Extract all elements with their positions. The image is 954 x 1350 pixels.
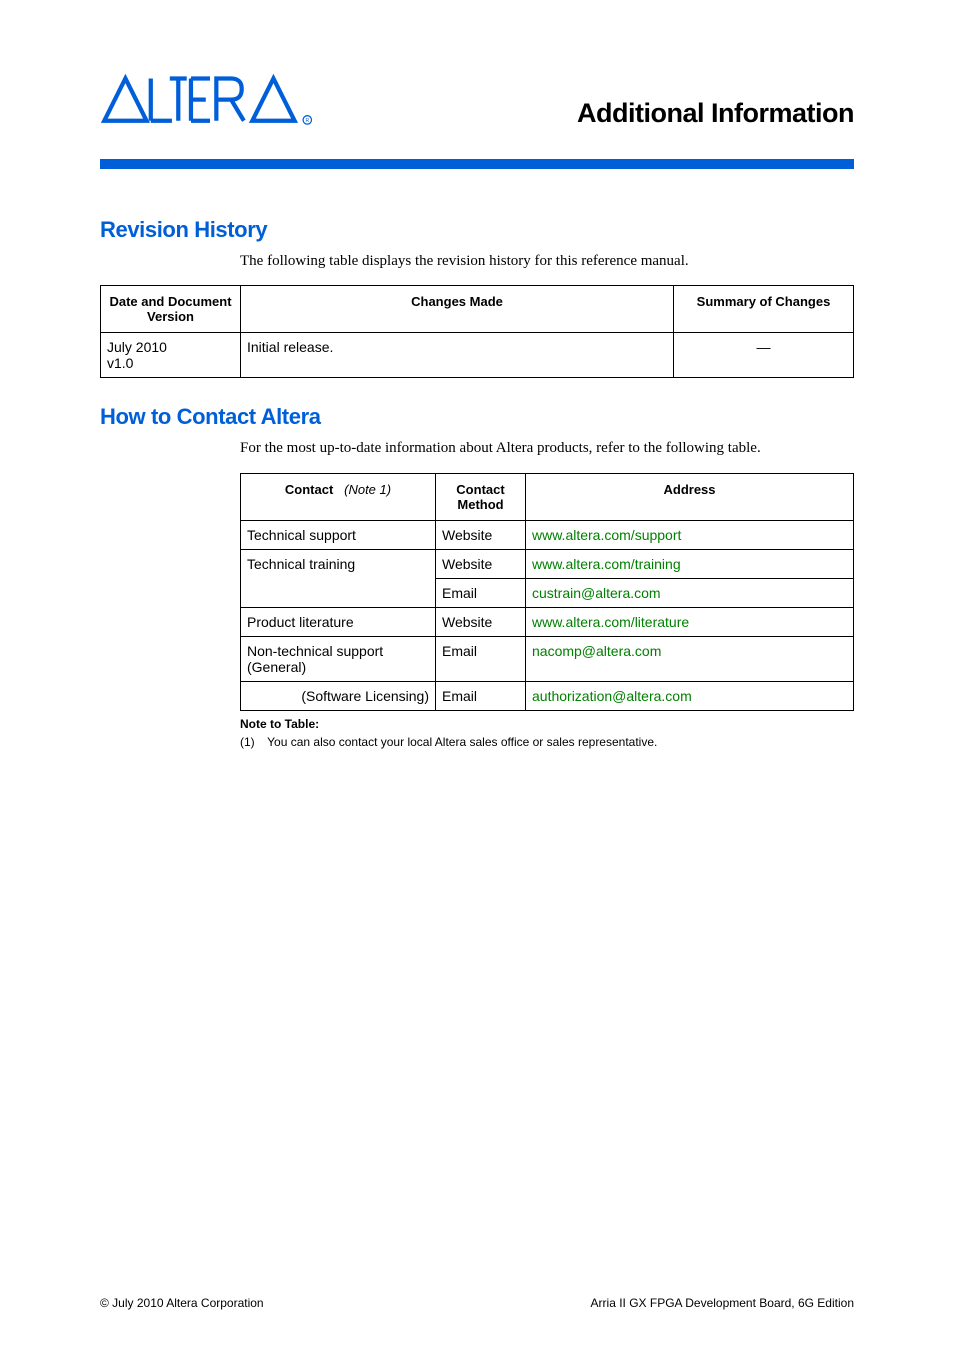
contact-cell-method: Website: [436, 607, 526, 636]
header-rule: [100, 159, 854, 169]
footer-left: © July 2010 Altera Corporation: [100, 1296, 264, 1310]
contact-th-address: Address: [526, 473, 854, 520]
contact-th-label: Contact: [285, 482, 333, 497]
contact-cell-method: Email: [436, 578, 526, 607]
table-row: Non-technical support (General)Emailnaco…: [241, 636, 854, 681]
contact-th-note: (Note 1): [344, 482, 391, 497]
note-text: You can also contact your local Altera s…: [267, 735, 657, 749]
contact-cell-address[interactable]: www.altera.com/literature: [526, 607, 854, 636]
rev-th-summary: Summary of Changes: [674, 286, 854, 333]
contact-cell-method: Website: [436, 549, 526, 578]
contact-cell-address[interactable]: nacomp@altera.com: [526, 636, 854, 681]
revision-intro: The following table displays the revisio…: [240, 251, 854, 271]
table-header-row: Date and Document Version Changes Made S…: [101, 286, 854, 333]
contact-th-contact: Contact (Note 1): [241, 473, 436, 520]
rev-cell-changes: Initial release.: [241, 333, 674, 378]
contact-cell-address[interactable]: authorization@altera.com: [526, 681, 854, 710]
contact-block: Contact (Note 1) Contact Method Address …: [240, 473, 854, 749]
contact-cell-name: Technical support: [241, 520, 436, 549]
contact-table: Contact (Note 1) Contact Method Address …: [240, 473, 854, 711]
contact-cell-address[interactable]: custrain@altera.com: [526, 578, 854, 607]
header-row: R Additional Information: [100, 70, 854, 129]
contact-cell-address[interactable]: www.altera.com/training: [526, 549, 854, 578]
table-row: Technical trainingWebsitewww.altera.com/…: [241, 549, 854, 578]
table-row: (Software Licensing)Emailauthorization@a…: [241, 681, 854, 710]
table-row: July 2010 v1.0 Initial release. —: [101, 333, 854, 378]
contact-cell-name: Technical training: [241, 549, 436, 607]
page-footer: © July 2010 Altera Corporation Arria II …: [100, 1296, 854, 1310]
rev-version: v1.0: [107, 355, 234, 371]
section-heading-revision: Revision History: [100, 217, 854, 243]
table-note-body: (1) You can also contact your local Alte…: [240, 735, 854, 749]
contact-intro: For the most up-to-date information abou…: [240, 438, 854, 458]
contact-cell-name: Non-technical support (General): [241, 636, 436, 681]
table-note-heading: Note to Table:: [240, 717, 854, 731]
contact-cell-method: Email: [436, 636, 526, 681]
rev-cell-date: July 2010 v1.0: [101, 333, 241, 378]
altera-logo: R: [100, 70, 320, 129]
contact-cell-name: Product literature: [241, 607, 436, 636]
revision-table: Date and Document Version Changes Made S…: [100, 285, 854, 378]
contact-cell-method: Email: [436, 681, 526, 710]
note-number: (1): [240, 735, 264, 749]
contact-cell-address[interactable]: www.altera.com/support: [526, 520, 854, 549]
page-title: Additional Information: [577, 98, 854, 129]
footer-right: Arria II GX FPGA Development Board, 6G E…: [591, 1296, 854, 1310]
contact-cell-method: Website: [436, 520, 526, 549]
rev-cell-summary: —: [674, 333, 854, 378]
contact-th-method: Contact Method: [436, 473, 526, 520]
rev-th-changes: Changes Made: [241, 286, 674, 333]
contact-cell-name: (Software Licensing): [241, 681, 436, 710]
table-header-row: Contact (Note 1) Contact Method Address: [241, 473, 854, 520]
svg-text:R: R: [305, 118, 309, 124]
document-page: R Additional Information Revision Histor…: [0, 0, 954, 1350]
rev-date: July 2010: [107, 339, 234, 355]
table-row: Technical supportWebsitewww.altera.com/s…: [241, 520, 854, 549]
rev-th-date: Date and Document Version: [101, 286, 241, 333]
section-heading-contact: How to Contact Altera: [100, 404, 854, 430]
table-row: Product literatureWebsitewww.altera.com/…: [241, 607, 854, 636]
